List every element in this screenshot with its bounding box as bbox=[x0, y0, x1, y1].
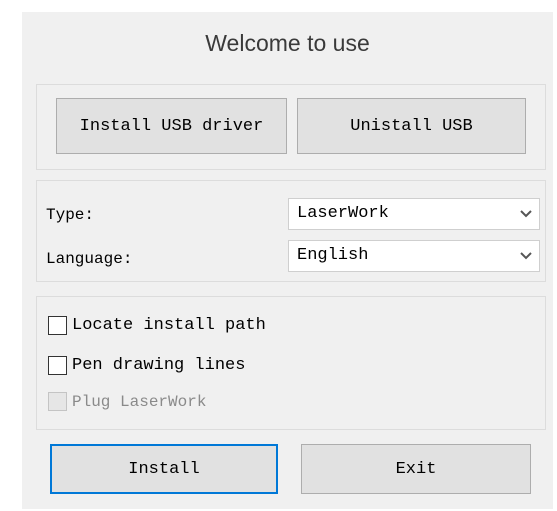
exit-button[interactable]: Exit bbox=[301, 444, 531, 494]
locate-install-path-checkbox[interactable] bbox=[48, 316, 67, 335]
pen-drawing-lines-option[interactable]: Pen drawing lines bbox=[48, 354, 348, 378]
pen-drawing-lines-checkbox[interactable] bbox=[48, 356, 67, 375]
window-title: Welcome to use bbox=[205, 30, 370, 56]
pen-drawing-lines-label: Pen drawing lines bbox=[72, 356, 246, 375]
install-usb-driver-button[interactable]: Install USB driver bbox=[56, 98, 287, 154]
language-select-value: English bbox=[297, 246, 369, 265]
install-button[interactable]: Install bbox=[50, 444, 278, 494]
plug-laserwork-label: Plug LaserWork bbox=[72, 393, 207, 411]
plug-laserwork-checkbox bbox=[48, 392, 67, 411]
chevron-down-icon bbox=[520, 252, 532, 260]
language-select[interactable]: English bbox=[288, 240, 540, 272]
locate-install-path-option[interactable]: Locate install path bbox=[48, 314, 348, 338]
language-label: Language: bbox=[46, 250, 133, 268]
type-select[interactable]: LaserWork bbox=[288, 198, 540, 230]
type-select-value: LaserWork bbox=[297, 204, 389, 223]
locate-install-path-label: Locate install path bbox=[72, 316, 266, 335]
chevron-down-icon bbox=[520, 210, 532, 218]
plug-laserwork-option: Plug LaserWork bbox=[48, 390, 348, 414]
uninstall-usb-button[interactable]: Unistall USB bbox=[297, 98, 526, 154]
type-label: Type: bbox=[46, 206, 95, 224]
